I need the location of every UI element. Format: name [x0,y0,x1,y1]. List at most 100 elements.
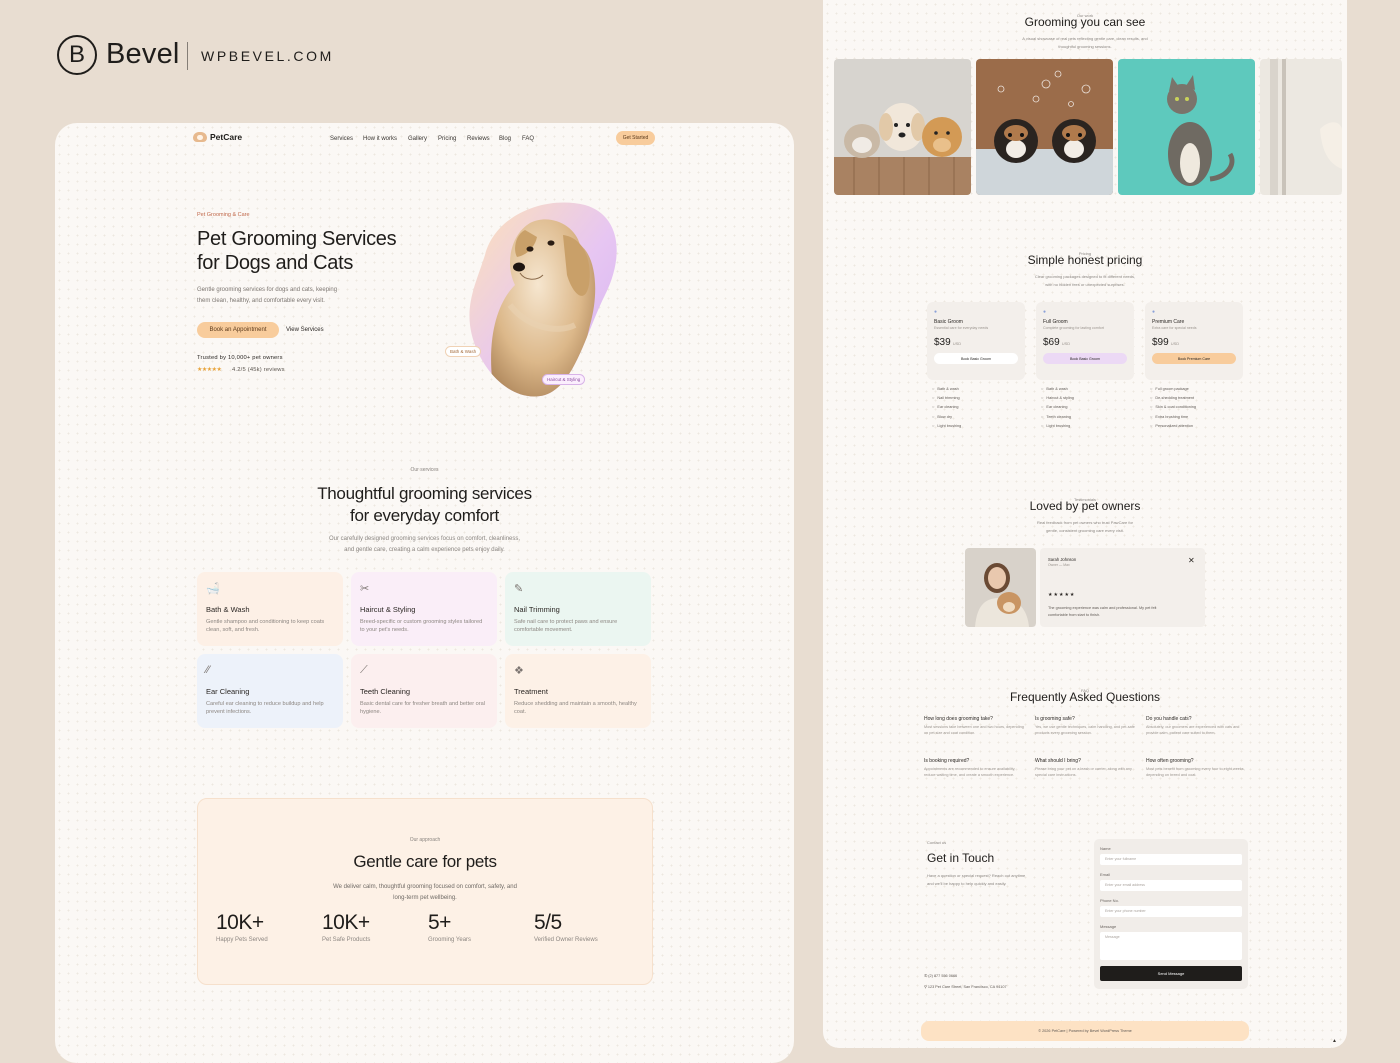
faq-question: Is grooming safe? [1035,716,1075,722]
services-eyebrow: Our services [410,467,439,473]
nav-pricing[interactable]: Pricing [438,136,456,142]
plan-features: Bath & wash Haircut & styling Ear cleani… [1041,386,1134,428]
plan-features: Full groom package De-shedding treatment… [1150,386,1243,428]
plan-feature: De-shedding treatment [1150,395,1243,400]
gallery-image-cat-and-dogs[interactable] [834,59,971,195]
services-description: Our carefully designed grooming services… [55,534,794,556]
message-textarea[interactable]: Message [1100,932,1242,960]
testimonial-quote: The grooming experience was calm and pro… [1048,605,1156,619]
service-card-teeth-cleaning[interactable]: ⟋ Teeth Cleaning Basic dental care for f… [351,654,497,728]
contact-title: Get in Touch [927,851,995,865]
trust-text: Trusted by 10,000+ pet owners [197,355,283,361]
faq-item[interactable]: What should I bring? Please bring your pe… [1035,758,1135,778]
plan-price: $69 USD [1043,337,1127,348]
brush-icon: ❖ [514,665,524,677]
faq-answer: Absolutely, our groomers are experienced… [1146,725,1240,735]
nail-clipper-icon: ✎ [514,583,524,595]
faq-item[interactable]: Do you handle cats? Absolutely, our groom… [1146,716,1246,736]
gallery-desc-line-1: A visual showcase of real pets reflectin… [1022,36,1148,41]
view-services-link[interactable]: View Services [286,327,324,333]
gallery-image-window-cat[interactable] [1260,59,1342,195]
name-label: Name [1100,846,1111,851]
service-title: Treatment [514,687,548,696]
hero-title-line-2: for Dogs and Cats [197,252,354,274]
plan-price-value: $39 [934,337,951,348]
service-card-ear-cleaning[interactable]: ⁄⁄ Ear Cleaning Careful ear cleaning to … [197,654,343,728]
tag-bath-wash: Bath & Wash [445,346,482,357]
plan-price-unit: USD [1061,341,1071,346]
brand-domain: WPBEVEL.COM [201,48,334,64]
hero-eyebrow: Pet Grooming & Care [197,212,250,218]
plan-feature: Haircut & styling [1041,395,1134,400]
faq-item[interactable]: Is grooming safe? Yes, we use gentle tech… [1035,716,1135,736]
plan-feature: Light brushing [932,423,1025,428]
right-preview-panel: Our work Grooming you can see A visual s… [823,0,1347,1048]
message-label: Message [1100,924,1117,929]
nav-gallery[interactable]: Gallery [408,136,427,142]
contact-desc-line-2: and we'll be happy to help quickly and e… [927,881,1007,886]
name-input[interactable]: Enter your fullname [1100,854,1242,865]
nav-reviews[interactable]: Reviews [467,136,490,142]
gallery-title: Grooming you can see [1024,15,1146,29]
plan-price-unit: USD [952,341,962,346]
nav-faq[interactable]: FAQ [522,136,534,142]
faq-item[interactable]: How often grooming? Most pets benefit fro… [1146,758,1246,778]
nav-services[interactable]: Services [330,136,353,142]
service-desc: Breed-specific or custom grooming styles… [360,619,483,634]
plan-feature: Bath & wash [1041,386,1134,391]
book-full-groom-button[interactable]: Book Basic Groom [1043,353,1127,364]
pricing-title: Simple honest pricing [1027,253,1143,267]
service-card-bath-wash[interactable]: 🛁 Bath & Wash Gentle shampoo and conditi… [197,572,343,646]
plan-feature: Teeth cleaning [1041,414,1134,419]
stat-label: Happy Pets Served [216,937,268,943]
gallery-desc-line-2: thoughtful grooming sessions. [1058,44,1112,49]
hero-desc-line-2: them clean, healthy, and comfortable eve… [197,298,325,304]
faq-item[interactable]: Is booking required? Appointments are rec… [924,758,1024,778]
get-started-button[interactable]: Get Started [616,131,655,145]
services-title: Thoughtful grooming services for everyda… [55,483,794,527]
testimonials-title: Loved by pet owners [1029,499,1141,513]
scroll-top-icon[interactable]: ▲ [1332,1038,1337,1044]
pricing-card-full: ● Full Groom Complete grooming for lasti… [1036,302,1134,436]
plan-features: Bath & wash Nail trimming Ear cleaning B… [932,386,1025,428]
email-label: Email [1100,872,1111,877]
testimonial-photo [965,548,1036,627]
send-message-button[interactable]: Send Message [1100,966,1242,981]
plan-price-value: $99 [1152,337,1169,348]
service-title: Nail Trimming [514,605,560,614]
stat-value: 5+ [428,911,451,934]
plan-feature: Ear cleaning [1041,404,1134,409]
book-basic-groom-button[interactable]: Book Basic Groom [934,353,1018,364]
gallery-image-cat-teal[interactable] [1118,59,1255,195]
book-appointment-button[interactable]: Book an Appointment [197,322,279,338]
service-title: Teeth Cleaning [360,687,411,696]
phone-input[interactable]: Enter your phone number [1100,906,1242,917]
approach-eyebrow: Our approach [409,837,441,843]
email-input[interactable]: Enter your email address [1100,880,1242,891]
testimonials-description: Real feedback from pet owners who trust … [823,519,1347,535]
stat-value: 10K+ [322,911,370,934]
faq-item[interactable]: How long does grooming take? Most session… [924,716,1024,736]
contact-phone: ✆ (2) 877 556 0666 [924,973,957,978]
faq-title: Frequently Asked Questions [1009,690,1161,704]
service-card-treatment[interactable]: ❖ Treatment Reduce shedding and maintain… [505,654,651,728]
pricing-card-header: ● Full Groom Complete grooming for lasti… [1036,302,1134,380]
close-icon[interactable]: ✕ [1188,556,1195,565]
services-title-line-2: for everyday comfort [350,506,499,525]
nav-how-it-works[interactable]: How it works [363,136,397,142]
service-card-haircut-styling[interactable]: ✂ Haircut & Styling Breed-specific or cu… [351,572,497,646]
service-card-nail-trimming[interactable]: ✎ Nail Trimming Safe nail care to protec… [505,572,651,646]
cotton-swab-icon: ⁄⁄ [206,664,210,676]
approach-desc-line-1: We deliver calm, thoughtful grooming foc… [333,884,517,890]
service-desc: Safe nail care to protect paws and ensur… [514,619,618,634]
gallery-image-puppies-bath[interactable] [976,59,1113,195]
approach-description: We deliver calm, thoughtful grooming foc… [198,882,652,904]
contact-form: Name Enter your fullname Email Enter you… [1094,839,1248,989]
hero-title-line-1: Pet Grooming Services [197,228,397,250]
pricing-description: Clear grooming packages designed to fit … [823,273,1347,289]
site-logo[interactable]: PetCare [193,132,242,142]
book-premium-care-button[interactable]: Book Premium Care [1152,353,1236,364]
service-desc: Reduce shedding and maintain a smooth, h… [514,701,637,716]
nav-blog[interactable]: Blog [499,136,511,142]
testimonial-quote-line-2: comfortable from start to finish. [1048,613,1101,617]
